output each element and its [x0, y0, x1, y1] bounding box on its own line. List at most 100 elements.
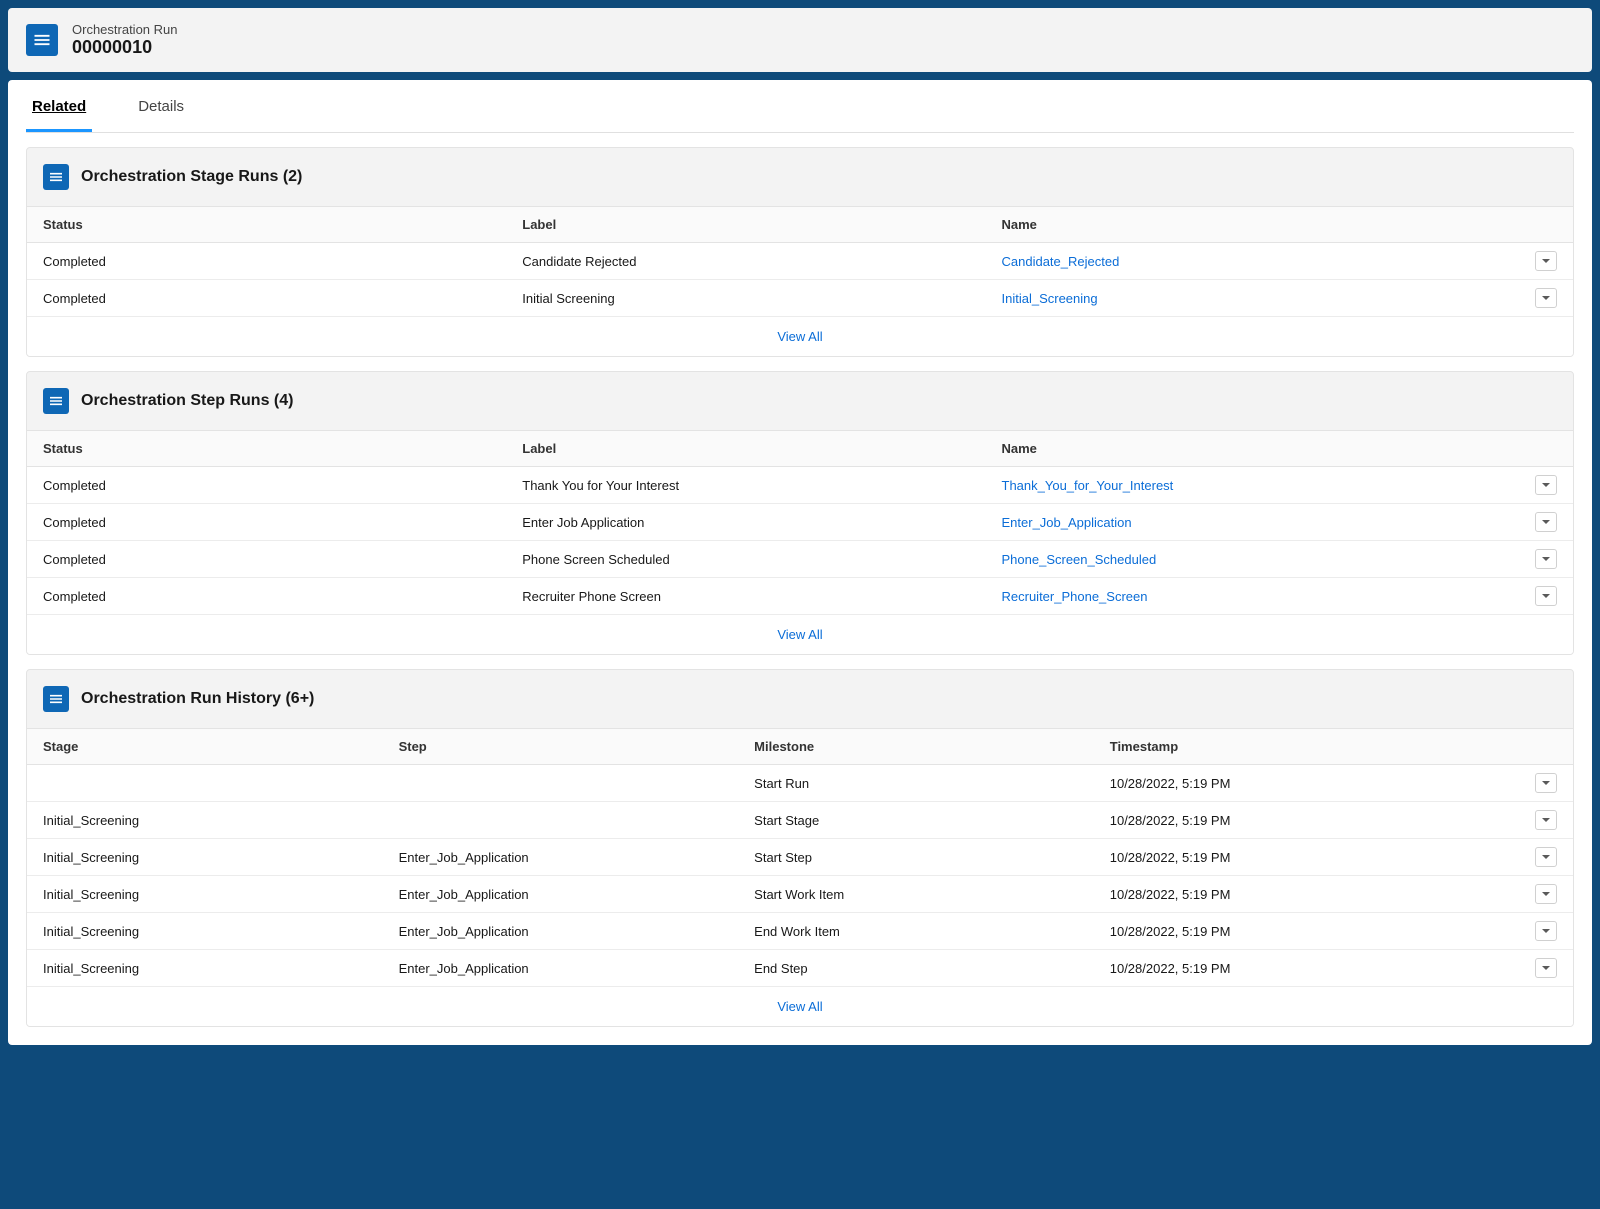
stage-runs-table: Status Label Name CompletedCandidate Rej…: [27, 206, 1573, 317]
cell-step: Enter_Job_Application: [383, 913, 739, 950]
cell-timestamp: 10/28/2022, 5:19 PM: [1094, 839, 1519, 876]
cell-action: [1519, 578, 1573, 615]
cell-timestamp: 10/28/2022, 5:19 PM: [1094, 876, 1519, 913]
record-id: 00000010: [72, 37, 178, 58]
cell-stage: [27, 765, 383, 802]
cell-step: Enter_Job_Application: [383, 950, 739, 987]
section-title: Orchestration Step Runs (4): [81, 392, 293, 410]
cell-label: Initial Screening: [506, 280, 985, 317]
cell-action: [1519, 504, 1573, 541]
cell-milestone: Start Step: [738, 839, 1094, 876]
cell-status: Completed: [27, 467, 506, 504]
section-stage-runs: Orchestration Stage Runs (2) Status Labe…: [26, 147, 1574, 357]
name-link[interactable]: Initial_Screening: [1002, 291, 1098, 306]
record-header: Orchestration Run 00000010: [8, 8, 1592, 72]
row-action-button[interactable]: [1535, 586, 1557, 606]
cell-timestamp: 10/28/2022, 5:19 PM: [1094, 913, 1519, 950]
cell-milestone: End Step: [738, 950, 1094, 987]
row-action-button[interactable]: [1535, 884, 1557, 904]
row-action-button[interactable]: [1535, 251, 1557, 271]
table-row: Initial_ScreeningStart Stage10/28/2022, …: [27, 802, 1573, 839]
view-all-link[interactable]: View All: [27, 987, 1573, 1026]
cell-action: [1519, 467, 1573, 504]
cell-step: [383, 765, 739, 802]
cell-action: [1519, 541, 1573, 578]
section-title: Orchestration Stage Runs (2): [81, 168, 302, 186]
col-milestone: Milestone: [738, 729, 1094, 765]
cell-stage: Initial_Screening: [27, 802, 383, 839]
table-row: CompletedRecruiter Phone Screen Recruiter…: [27, 578, 1573, 615]
row-action-button[interactable]: [1535, 958, 1557, 978]
cell-step: Enter_Job_Application: [383, 839, 739, 876]
orchestration-icon: [43, 686, 69, 712]
col-label: Label: [506, 431, 985, 467]
cell-milestone: End Work Item: [738, 913, 1094, 950]
table-row: Initial_ScreeningEnter_Job_ApplicationEn…: [27, 913, 1573, 950]
cell-action: [1519, 950, 1573, 987]
cell-stage: Initial_Screening: [27, 839, 383, 876]
table-row: CompletedEnter Job ApplicationEnter_Job_…: [27, 504, 1573, 541]
name-link[interactable]: Candidate_Rejected: [1002, 254, 1120, 269]
col-timestamp: Timestamp: [1094, 729, 1519, 765]
row-action-button[interactable]: [1535, 475, 1557, 495]
section-run-history: Orchestration Run History (6+) Stage Ste…: [26, 669, 1574, 1027]
step-runs-table: Status Label Name CompletedThank You for…: [27, 430, 1573, 615]
cell-label: Phone Screen Scheduled: [506, 541, 985, 578]
orchestration-icon: [43, 164, 69, 190]
tab-details[interactable]: Details: [132, 80, 190, 132]
cell-action: [1519, 839, 1573, 876]
cell-status: Completed: [27, 578, 506, 615]
view-all-link[interactable]: View All: [27, 615, 1573, 654]
name-link[interactable]: Thank_You_for_Your_Interest: [1002, 478, 1174, 493]
row-action-button[interactable]: [1535, 512, 1557, 532]
row-action-button[interactable]: [1535, 773, 1557, 793]
cell-action: [1519, 765, 1573, 802]
cell-step: [383, 802, 739, 839]
tab-related[interactable]: Related: [26, 80, 92, 132]
run-history-table: Stage Step Milestone Timestamp Start Run…: [27, 728, 1573, 987]
cell-stage: Initial_Screening: [27, 913, 383, 950]
cell-name: Phone_Screen_Scheduled: [986, 541, 1520, 578]
name-link[interactable]: Enter_Job_Application: [1002, 515, 1132, 530]
cell-label: Enter Job Application: [506, 504, 985, 541]
col-name: Name: [986, 431, 1520, 467]
row-action-button[interactable]: [1535, 549, 1557, 569]
cell-name: Enter_Job_Application: [986, 504, 1520, 541]
row-action-button[interactable]: [1535, 847, 1557, 867]
table-row: Initial_ScreeningEnter_Job_ApplicationEn…: [27, 950, 1573, 987]
col-status: Status: [27, 431, 506, 467]
cell-name: Recruiter_Phone_Screen: [986, 578, 1520, 615]
section-title: Orchestration Run History (6+): [81, 690, 314, 708]
cell-action: [1519, 913, 1573, 950]
row-action-button[interactable]: [1535, 288, 1557, 308]
cell-name: Thank_You_for_Your_Interest: [986, 467, 1520, 504]
col-label: Label: [506, 207, 985, 243]
cell-milestone: Start Run: [738, 765, 1094, 802]
row-action-button[interactable]: [1535, 921, 1557, 941]
cell-timestamp: 10/28/2022, 5:19 PM: [1094, 802, 1519, 839]
name-link[interactable]: Phone_Screen_Scheduled: [1002, 552, 1157, 567]
cell-action: [1519, 802, 1573, 839]
record-type-label: Orchestration Run: [72, 22, 178, 37]
cell-step: Enter_Job_Application: [383, 876, 739, 913]
row-action-button[interactable]: [1535, 810, 1557, 830]
table-row: CompletedInitial ScreeningInitial_Screen…: [27, 280, 1573, 317]
cell-name: Initial_Screening: [986, 280, 1520, 317]
table-row: CompletedThank You for Your InterestThan…: [27, 467, 1573, 504]
cell-milestone: Start Work Item: [738, 876, 1094, 913]
cell-stage: Initial_Screening: [27, 950, 383, 987]
table-row: Initial_ScreeningEnter_Job_ApplicationSt…: [27, 839, 1573, 876]
cell-name: Candidate_Rejected: [986, 243, 1520, 280]
orchestration-icon: [43, 388, 69, 414]
cell-action: [1519, 280, 1573, 317]
cell-action: [1519, 243, 1573, 280]
col-step: Step: [383, 729, 739, 765]
view-all-link[interactable]: View All: [27, 317, 1573, 356]
col-stage: Stage: [27, 729, 383, 765]
cell-label: Recruiter Phone Screen: [506, 578, 985, 615]
name-link[interactable]: Recruiter_Phone_Screen: [1002, 589, 1148, 604]
table-row: Initial_ScreeningEnter_Job_ApplicationSt…: [27, 876, 1573, 913]
table-row: Start Run10/28/2022, 5:19 PM: [27, 765, 1573, 802]
cell-label: Candidate Rejected: [506, 243, 985, 280]
cell-timestamp: 10/28/2022, 5:19 PM: [1094, 765, 1519, 802]
